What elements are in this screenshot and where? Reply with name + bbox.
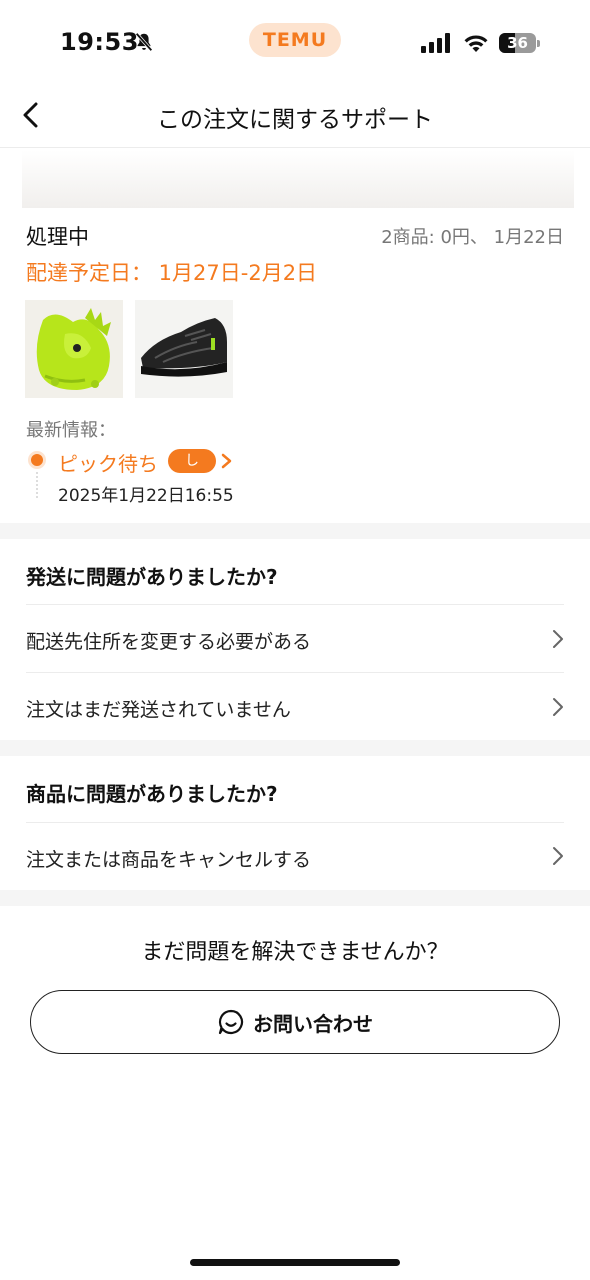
cellular-signal-icon	[421, 33, 450, 53]
tracking-status[interactable]: ピック待ち	[58, 448, 158, 477]
delivery-estimate: 配達予定日： 1月27日-2月2日	[26, 261, 318, 285]
bell-slash-icon	[135, 32, 153, 52]
product-thumbnail-dino-slipper[interactable]	[25, 300, 123, 398]
contact-us-label: お問い合わせ	[253, 1011, 373, 1036]
section-separator	[0, 890, 590, 906]
status-time: 19:53	[60, 28, 139, 56]
status-bar: 19:53 TEMU 36	[0, 0, 590, 80]
latest-info-label: 最新情報：	[26, 420, 116, 441]
notice-banner	[22, 150, 574, 208]
nav-bar: この注文に関するサポート	[0, 82, 590, 148]
divider	[26, 604, 564, 605]
wifi-icon	[464, 35, 488, 52]
chevron-right-icon[interactable]	[551, 845, 565, 867]
temu-logo[interactable]: TEMU	[249, 23, 341, 57]
help-title: まだ問題を解決できませんか？	[141, 940, 449, 965]
section-separator	[0, 523, 590, 539]
cancel-order-item[interactable]: 注文または商品をキャンセルする	[26, 845, 311, 872]
tracking-dot-icon	[28, 451, 46, 469]
temu-logo-text: TEMU	[262, 29, 328, 51]
order-status: 処理中	[26, 225, 89, 249]
tracking-line	[36, 472, 38, 498]
divider	[26, 822, 564, 823]
chevron-right-icon[interactable]	[551, 628, 565, 650]
chevron-right-icon[interactable]	[551, 696, 565, 718]
chat-bubble-icon	[218, 1009, 244, 1035]
battery-indicator: 36	[499, 33, 541, 53]
product-thumbnail-black-sneaker[interactable]	[135, 300, 233, 398]
order-summary: 2商品: 0円、 1月22日	[381, 227, 564, 248]
not-shipped-item[interactable]: 注文はまだ発送されていません	[26, 695, 291, 722]
tracking-badge: し	[168, 449, 216, 473]
tracking-time: 2025年1月22日16:55	[58, 486, 234, 506]
divider	[26, 672, 564, 673]
change-address-item[interactable]: 配送先住所を変更する必要がある	[26, 627, 311, 654]
chevron-right-icon[interactable]	[219, 451, 233, 471]
product-section-title: 商品に問題がありましたか?	[26, 782, 278, 806]
shipping-section-title: 発送に問題がありましたか?	[26, 565, 278, 589]
page-title: この注文に関するサポート	[157, 107, 433, 133]
contact-us-button[interactable]: お問い合わせ	[30, 990, 560, 1054]
battery-level: 36	[507, 34, 528, 52]
section-separator	[0, 740, 590, 756]
home-indicator[interactable]	[190, 1259, 400, 1266]
